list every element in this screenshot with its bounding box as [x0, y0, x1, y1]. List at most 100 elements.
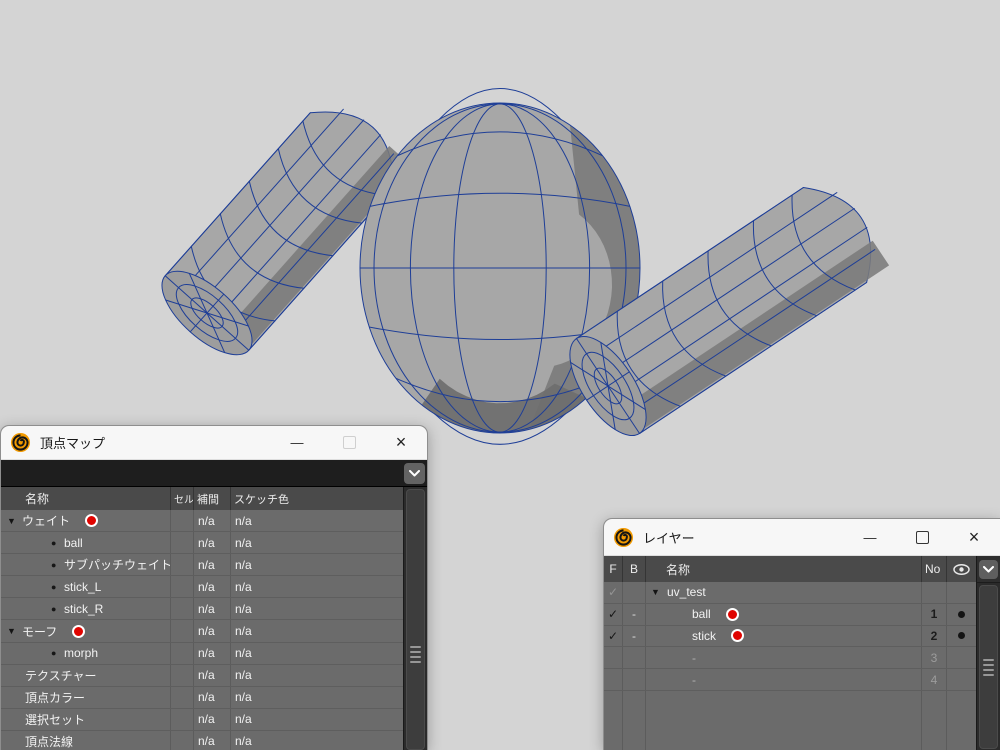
vertex-map-row[interactable]: 選択セット n/a n/a	[1, 709, 403, 731]
column-interp[interactable]: 補間	[194, 487, 231, 510]
chevron-down-icon	[409, 470, 420, 477]
map-name-label: サブパッチウェイト	[64, 556, 171, 573]
expand-triangle-icon[interactable]: ▼	[7, 626, 20, 636]
red-dot-icon	[85, 514, 98, 527]
cell-value	[171, 665, 194, 686]
minimize-button[interactable]: —	[271, 426, 323, 459]
maximize-square-icon	[916, 531, 929, 544]
interp-value: n/a	[194, 665, 231, 686]
visibility-toggle[interactable]	[947, 669, 976, 690]
freeze-checkmark[interactable]: ✓	[604, 582, 623, 603]
red-dot-icon	[731, 629, 744, 642]
vertex-map-titlebar[interactable]: 頂点マップ — ×	[1, 426, 427, 460]
column-number[interactable]: No	[922, 556, 947, 582]
back-value[interactable]: -	[623, 604, 646, 625]
column-name[interactable]: 名称	[646, 556, 922, 582]
interp-value: n/a	[194, 731, 231, 750]
visibility-toggle[interactable]	[947, 604, 976, 625]
vertex-map-row[interactable]: ● stick_L n/a n/a	[1, 576, 403, 598]
freeze-checkmark[interactable]: ✓	[604, 604, 623, 625]
sketch-color-value: n/a	[231, 731, 403, 750]
layer-number	[922, 582, 947, 603]
close-button[interactable]: ×	[948, 519, 1000, 555]
freeze-checkmark[interactable]	[604, 647, 623, 668]
expand-triangle-icon[interactable]: ▼	[651, 587, 664, 597]
vertex-map-row[interactable]: テクスチャー n/a n/a	[1, 665, 403, 687]
interp-value: n/a	[194, 576, 231, 597]
dropdown-button[interactable]	[404, 463, 425, 484]
column-freeze[interactable]: F	[604, 556, 623, 582]
layer-number: 4	[922, 669, 947, 690]
cell-value	[171, 510, 194, 531]
map-name-label: ball	[64, 536, 83, 550]
map-name-label: 選択セット	[25, 711, 85, 728]
bullet-icon: ●	[51, 648, 62, 658]
map-selector-bar[interactable]	[1, 460, 427, 487]
bullet-icon: ●	[51, 538, 62, 548]
vertex-map-row[interactable]: ● サブパッチウェイト n/a n/a	[1, 554, 403, 576]
close-button[interactable]: ×	[375, 426, 427, 459]
cell-value	[171, 709, 194, 730]
visibility-toggle[interactable]	[947, 582, 976, 603]
column-name[interactable]: 名称	[1, 487, 171, 510]
sketch-color-value: n/a	[231, 554, 403, 575]
visibility-toggle[interactable]	[947, 647, 976, 668]
back-value[interactable]: -	[623, 626, 646, 647]
vertex-map-scrollbar[interactable]	[403, 487, 427, 750]
vertex-map-row[interactable]: ● ball n/a n/a	[1, 532, 403, 554]
expand-triangle-icon[interactable]: ▼	[7, 516, 20, 526]
map-name-label: 頂点カラー	[25, 689, 85, 706]
vertex-map-row[interactable]: ▼ モーフ n/a n/a	[1, 620, 403, 642]
cell-value	[171, 598, 194, 619]
back-value[interactable]	[623, 582, 646, 603]
map-name-label: stick_L	[64, 580, 101, 594]
vertex-map-row[interactable]: 頂点カラー n/a n/a	[1, 687, 403, 709]
layer-row[interactable]: ✓ - ball 1	[604, 604, 976, 626]
cell-value	[171, 620, 194, 641]
column-visibility[interactable]	[947, 556, 976, 582]
cell-value	[171, 532, 194, 553]
layer-row[interactable]: ✓ ▼ uv_test	[604, 582, 976, 604]
metasequoia-spiral-icon	[10, 432, 31, 453]
layer-row[interactable]: - 3	[604, 647, 976, 669]
layer-row[interactable]: ✓ - stick 2	[604, 626, 976, 648]
minimize-button[interactable]: —	[844, 519, 896, 555]
column-back[interactable]: B	[623, 556, 646, 582]
layer-titlebar[interactable]: レイヤー — ×	[604, 519, 1000, 556]
panel-title: 頂点マップ	[40, 433, 105, 452]
layer-name-label: stick	[692, 629, 716, 643]
maximize-button[interactable]	[896, 519, 948, 555]
back-value[interactable]	[623, 669, 646, 690]
visibility-toggle[interactable]	[947, 626, 976, 647]
chevron-down-icon	[983, 566, 994, 573]
vertex-map-panel: 頂点マップ — × 名称 セル 補間 スケッチ色	[0, 425, 428, 750]
cell-value	[171, 554, 194, 575]
freeze-checkmark[interactable]: ✓	[604, 626, 623, 647]
layer-number: 2	[922, 626, 947, 647]
scrollbar-grip	[410, 646, 421, 663]
layer-scrollbar[interactable]	[976, 556, 1000, 750]
interp-value: n/a	[194, 620, 231, 641]
interp-value: n/a	[194, 643, 231, 664]
layer-list: ✓ ▼ uv_test ✓ - ball 1 ✓ - stick 2	[604, 582, 976, 750]
vertex-map-row[interactable]: 頂点法線 n/a n/a	[1, 731, 403, 750]
interp-value: n/a	[194, 510, 231, 531]
vertex-map-row[interactable]: ▼ ウェイト n/a n/a	[1, 510, 403, 532]
scrollbar-thumb[interactable]	[406, 489, 425, 750]
layer-list-empty-area	[604, 691, 976, 750]
back-value[interactable]	[623, 647, 646, 668]
vertex-map-row[interactable]: ● morph n/a n/a	[1, 643, 403, 665]
freeze-checkmark[interactable]	[604, 669, 623, 690]
dropdown-button[interactable]	[979, 560, 998, 579]
interp-value: n/a	[194, 598, 231, 619]
column-cell[interactable]: セル	[171, 487, 194, 510]
layer-row[interactable]: - 4	[604, 669, 976, 691]
maximize-square-icon	[343, 436, 356, 449]
column-sketch[interactable]: スケッチ色	[231, 487, 403, 510]
maximize-button[interactable]	[323, 426, 375, 459]
scrollbar-grip	[983, 659, 994, 676]
application-stage: 頂点マップ — × 名称 セル 補間 スケッチ色	[0, 0, 1000, 750]
sketch-color-value: n/a	[231, 620, 403, 641]
visibility-dot-icon	[958, 611, 965, 618]
vertex-map-row[interactable]: ● stick_R n/a n/a	[1, 598, 403, 620]
